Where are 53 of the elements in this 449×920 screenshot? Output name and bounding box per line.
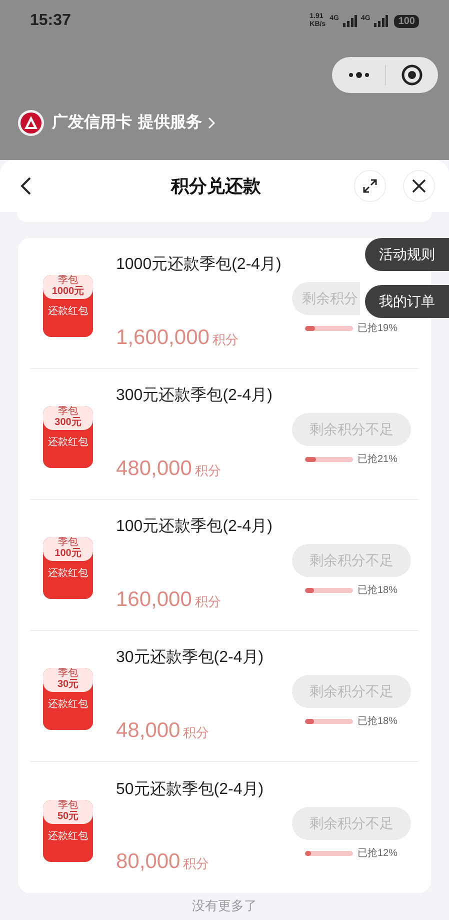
sheet-title: 积分兑还款 bbox=[170, 174, 262, 198]
coupon-label: 还款红包 bbox=[48, 437, 88, 449]
side-button[interactable]: 活动规则 bbox=[365, 238, 449, 271]
coupon-tag: 季包 bbox=[58, 668, 78, 679]
item-title: 1000元还款季包(2-4月) bbox=[116, 254, 282, 275]
points-unit: 积分 bbox=[183, 724, 210, 742]
sold-percent: 已抢21% bbox=[357, 453, 398, 467]
points-price: 1,600,000 bbox=[116, 324, 210, 350]
coupon-label: 还款红包 bbox=[48, 306, 88, 318]
back-icon bbox=[20, 176, 32, 196]
provider-link[interactable]: 广发信用卡 提供服务 bbox=[52, 111, 215, 135]
item-title: 300元还款季包(2-4月) bbox=[116, 386, 274, 406]
battery-level: 100 bbox=[394, 14, 419, 28]
coupon-label: 还款红包 bbox=[48, 568, 88, 580]
expand-icon bbox=[362, 178, 378, 194]
expand-button[interactable] bbox=[354, 170, 386, 202]
signal-icon bbox=[342, 15, 357, 27]
sold-percent: 已抢12% bbox=[357, 846, 398, 860]
coupon-amount: 50元 bbox=[57, 810, 79, 822]
coupon-label: 还款红包 bbox=[48, 830, 88, 842]
more-icon bbox=[348, 72, 370, 78]
sold-percent: 已抢18% bbox=[357, 715, 398, 729]
signal-icon bbox=[374, 15, 388, 27]
points-unit: 积分 bbox=[212, 330, 238, 348]
status-time: 15:37 bbox=[30, 11, 71, 31]
coupon-tag: 季包 bbox=[58, 275, 78, 286]
sold-percent: 已抢18% bbox=[357, 584, 398, 598]
points-price: 80,000 bbox=[116, 849, 180, 875]
side-button[interactable]: 我的订单 bbox=[365, 285, 449, 318]
coupon-amount: 100元 bbox=[54, 548, 82, 560]
bank-logo-icon bbox=[18, 110, 44, 136]
close-button[interactable] bbox=[403, 170, 435, 202]
points-unit: 积分 bbox=[183, 855, 210, 873]
item-title: 30元还款季包(2-4月) bbox=[116, 648, 265, 668]
coupon-tag: 季包 bbox=[58, 537, 78, 548]
item-title: 100元还款季包(2-4月) bbox=[116, 516, 274, 537]
points-price: 160,000 bbox=[116, 586, 192, 612]
coupon-amount: 30元 bbox=[57, 679, 79, 691]
end-of-list-text: 没有更多了 bbox=[191, 897, 258, 915]
points-price: 480,000 bbox=[116, 456, 192, 482]
coupon-tag: 季包 bbox=[58, 406, 78, 417]
coupon-amount: 300元 bbox=[54, 417, 82, 429]
points-unit: 积分 bbox=[194, 462, 221, 480]
points-price: 48,000 bbox=[116, 718, 180, 744]
coupon-tag: 季包 bbox=[58, 800, 78, 810]
close-icon bbox=[411, 178, 427, 194]
points-unit: 积分 bbox=[194, 592, 221, 610]
chevron-icon bbox=[208, 117, 215, 129]
coupon-label: 还款红包 bbox=[48, 699, 88, 711]
item-title: 50元还款季包(2-4月) bbox=[116, 780, 265, 800]
target-icon bbox=[401, 64, 423, 86]
sold-percent: 已抢19% bbox=[357, 322, 398, 336]
coupon-amount: 1000元 bbox=[52, 286, 84, 298]
